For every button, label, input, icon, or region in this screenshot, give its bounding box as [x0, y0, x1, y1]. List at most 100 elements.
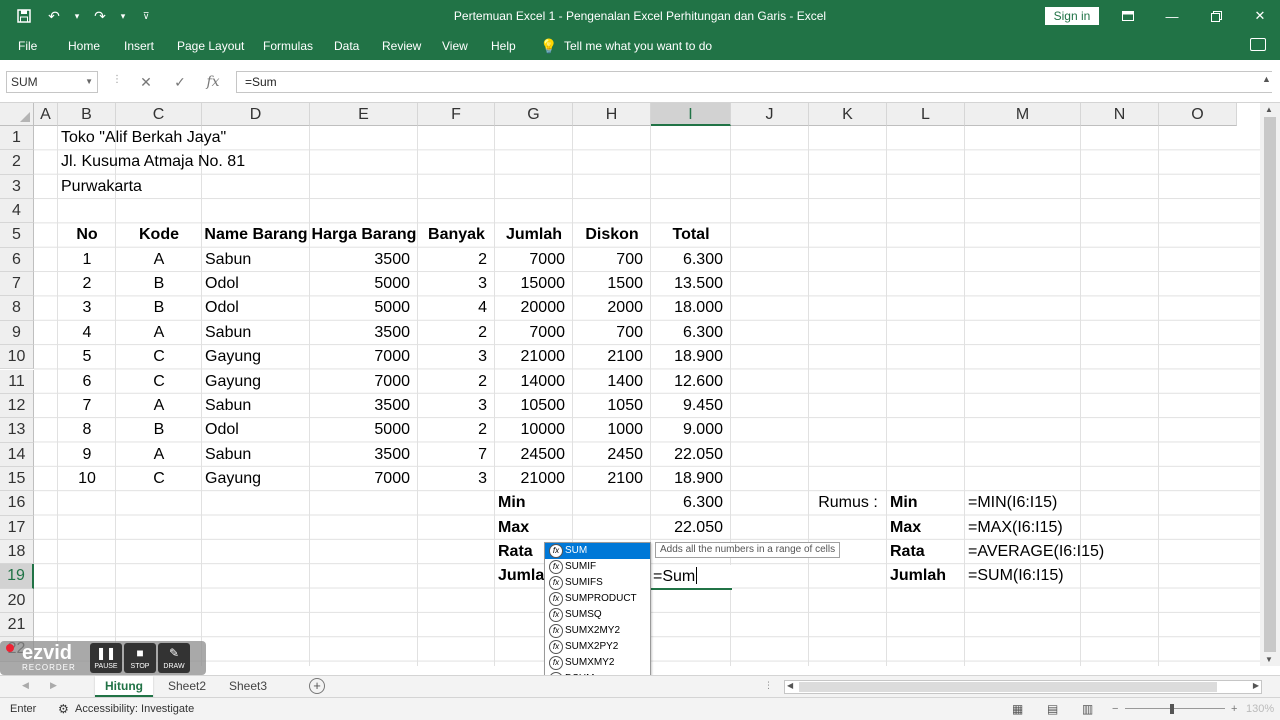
table-cell[interactable]: B: [116, 418, 202, 442]
rumus-formula[interactable]: =AVERAGE(I6:I15): [965, 540, 1159, 564]
table-cell[interactable]: C: [116, 370, 202, 394]
column-header-C[interactable]: C: [116, 103, 202, 126]
zoom-slider[interactable]: [1125, 708, 1225, 709]
table-cell[interactable]: 18.900: [651, 345, 731, 369]
row-header-13[interactable]: 13: [0, 418, 34, 443]
rumus-label[interactable]: Rumus :: [809, 491, 887, 515]
tab-home[interactable]: Home: [68, 32, 100, 60]
sheet-tab-sheet2[interactable]: Sheet2: [158, 676, 216, 697]
tab-file[interactable]: File: [18, 32, 37, 60]
column-header-H[interactable]: H: [573, 103, 651, 126]
row-header-4[interactable]: 4: [0, 199, 34, 224]
table-cell[interactable]: 3: [58, 296, 116, 320]
summary-value[interactable]: 22.050: [651, 516, 731, 540]
vertical-scrollbar[interactable]: ▲ ▼: [1260, 103, 1280, 666]
autocomplete-item[interactable]: fx SUMSQ: [545, 607, 650, 623]
table-cell[interactable]: 9.000: [651, 418, 731, 442]
table-cell[interactable]: 5000: [310, 418, 418, 442]
table-cell[interactable]: 7: [58, 394, 116, 418]
column-header-K[interactable]: K: [809, 103, 887, 126]
summary-label[interactable]: Max: [495, 516, 573, 540]
rumus-item-label[interactable]: Jumlah: [887, 564, 965, 588]
table-cell[interactable]: 4: [58, 321, 116, 345]
table-cell[interactable]: 5: [58, 345, 116, 369]
tab-data[interactable]: Data: [334, 32, 359, 60]
name-box-dropdown-icon[interactable]: ▼: [85, 72, 93, 92]
row-header-17[interactable]: 17: [0, 515, 34, 540]
row-header-11[interactable]: 11: [0, 369, 34, 394]
row-header-14[interactable]: 14: [0, 442, 34, 467]
row-header-20[interactable]: 20: [0, 588, 34, 613]
table-cell[interactable]: 1: [58, 248, 116, 272]
row-header-9[interactable]: 9: [0, 320, 34, 346]
scroll-right-icon[interactable]: ▶: [1253, 681, 1259, 690]
table-cell[interactable]: 14000: [495, 370, 573, 394]
column-header-J[interactable]: J: [731, 103, 809, 126]
enter-icon[interactable]: ✓: [166, 71, 194, 93]
table-header[interactable]: Banyak: [418, 223, 495, 247]
row-header-15[interactable]: 15: [0, 466, 34, 492]
table-cell[interactable]: Sabun: [202, 321, 310, 345]
autocomplete-item[interactable]: fx SUM: [545, 543, 650, 559]
table-cell[interactable]: 700: [573, 321, 651, 345]
table-cell[interactable]: 18.000: [651, 296, 731, 320]
table-cell[interactable]: Gayung: [202, 345, 310, 369]
summary-value[interactable]: 6.300: [651, 491, 731, 515]
expand-formula-bar-icon[interactable]: ▲: [1262, 74, 1271, 84]
table-cell[interactable]: 2100: [573, 467, 651, 491]
scroll-left-icon[interactable]: ◀: [787, 681, 793, 690]
table-cell[interactable]: 10: [58, 467, 116, 491]
table-header[interactable]: Harga Barang: [310, 223, 418, 247]
column-header-B[interactable]: B: [58, 103, 116, 126]
tab-insert[interactable]: Insert: [124, 32, 154, 60]
formula-input[interactable]: =Sum: [236, 71, 1272, 93]
rumus-item-label[interactable]: Max: [887, 516, 965, 540]
row-header-5[interactable]: 5: [0, 223, 34, 248]
autocomplete-item[interactable]: fx SUMX2MY2: [545, 623, 650, 639]
name-box[interactable]: SUM ▼: [6, 71, 98, 93]
redo-icon[interactable]: ↷: [86, 0, 114, 32]
page-layout-view-icon[interactable]: ▤: [1047, 698, 1058, 720]
table-cell[interactable]: 1050: [573, 394, 651, 418]
table-header[interactable]: Total: [651, 223, 731, 247]
tab-help[interactable]: Help: [491, 32, 516, 60]
accessibility-status[interactable]: Accessibility: Investigate: [75, 698, 194, 720]
table-cell[interactable]: 5000: [310, 296, 418, 320]
stop-button[interactable]: ■ STOP: [124, 643, 156, 673]
table-cell[interactable]: 5000: [310, 272, 418, 296]
table-cell[interactable]: 18.900: [651, 467, 731, 491]
table-cell[interactable]: Odol: [202, 296, 310, 320]
table-cell[interactable]: 8: [58, 418, 116, 442]
row-header-3[interactable]: 3: [0, 174, 34, 200]
table-cell[interactable]: 7000: [310, 467, 418, 491]
rumus-item-label[interactable]: Rata: [887, 540, 965, 564]
tab-view[interactable]: View: [442, 32, 468, 60]
column-header-M[interactable]: M: [965, 103, 1081, 126]
close-icon[interactable]: ✕: [1240, 0, 1280, 32]
autocomplete-item[interactable]: fx SUMPRODUCT: [545, 591, 650, 607]
table-cell[interactable]: 6.300: [651, 248, 731, 272]
table-cell[interactable]: A: [116, 443, 202, 467]
column-header-A[interactable]: A: [34, 103, 58, 126]
table-cell[interactable]: 12.600: [651, 370, 731, 394]
store-info-line[interactable]: Purwakarta: [58, 175, 418, 199]
table-cell[interactable]: 15000: [495, 272, 573, 296]
table-cell[interactable]: 1500: [573, 272, 651, 296]
table-cell[interactable]: 7000: [310, 370, 418, 394]
column-header-N[interactable]: N: [1081, 103, 1159, 126]
row-header-2[interactable]: 2: [0, 150, 34, 175]
add-sheet-icon[interactable]: +: [309, 678, 325, 694]
sign-in-button[interactable]: Sign in: [1045, 7, 1099, 25]
table-cell[interactable]: Gayung: [202, 467, 310, 491]
store-info-line[interactable]: Toko "Alif Berkah Jaya": [58, 126, 418, 150]
table-cell[interactable]: B: [116, 272, 202, 296]
column-header-F[interactable]: F: [418, 103, 495, 126]
scroll-up-icon[interactable]: ▲: [1265, 105, 1273, 114]
undo-dropdown-icon[interactable]: ▾: [70, 0, 84, 32]
sheet-tab-hitung[interactable]: Hitung: [95, 676, 153, 697]
autocomplete-item[interactable]: fx SUMXMY2: [545, 655, 650, 671]
column-header-D[interactable]: D: [202, 103, 310, 126]
table-cell[interactable]: 2: [418, 321, 495, 345]
table-cell[interactable]: 2100: [573, 345, 651, 369]
table-cell[interactable]: 1000: [573, 418, 651, 442]
